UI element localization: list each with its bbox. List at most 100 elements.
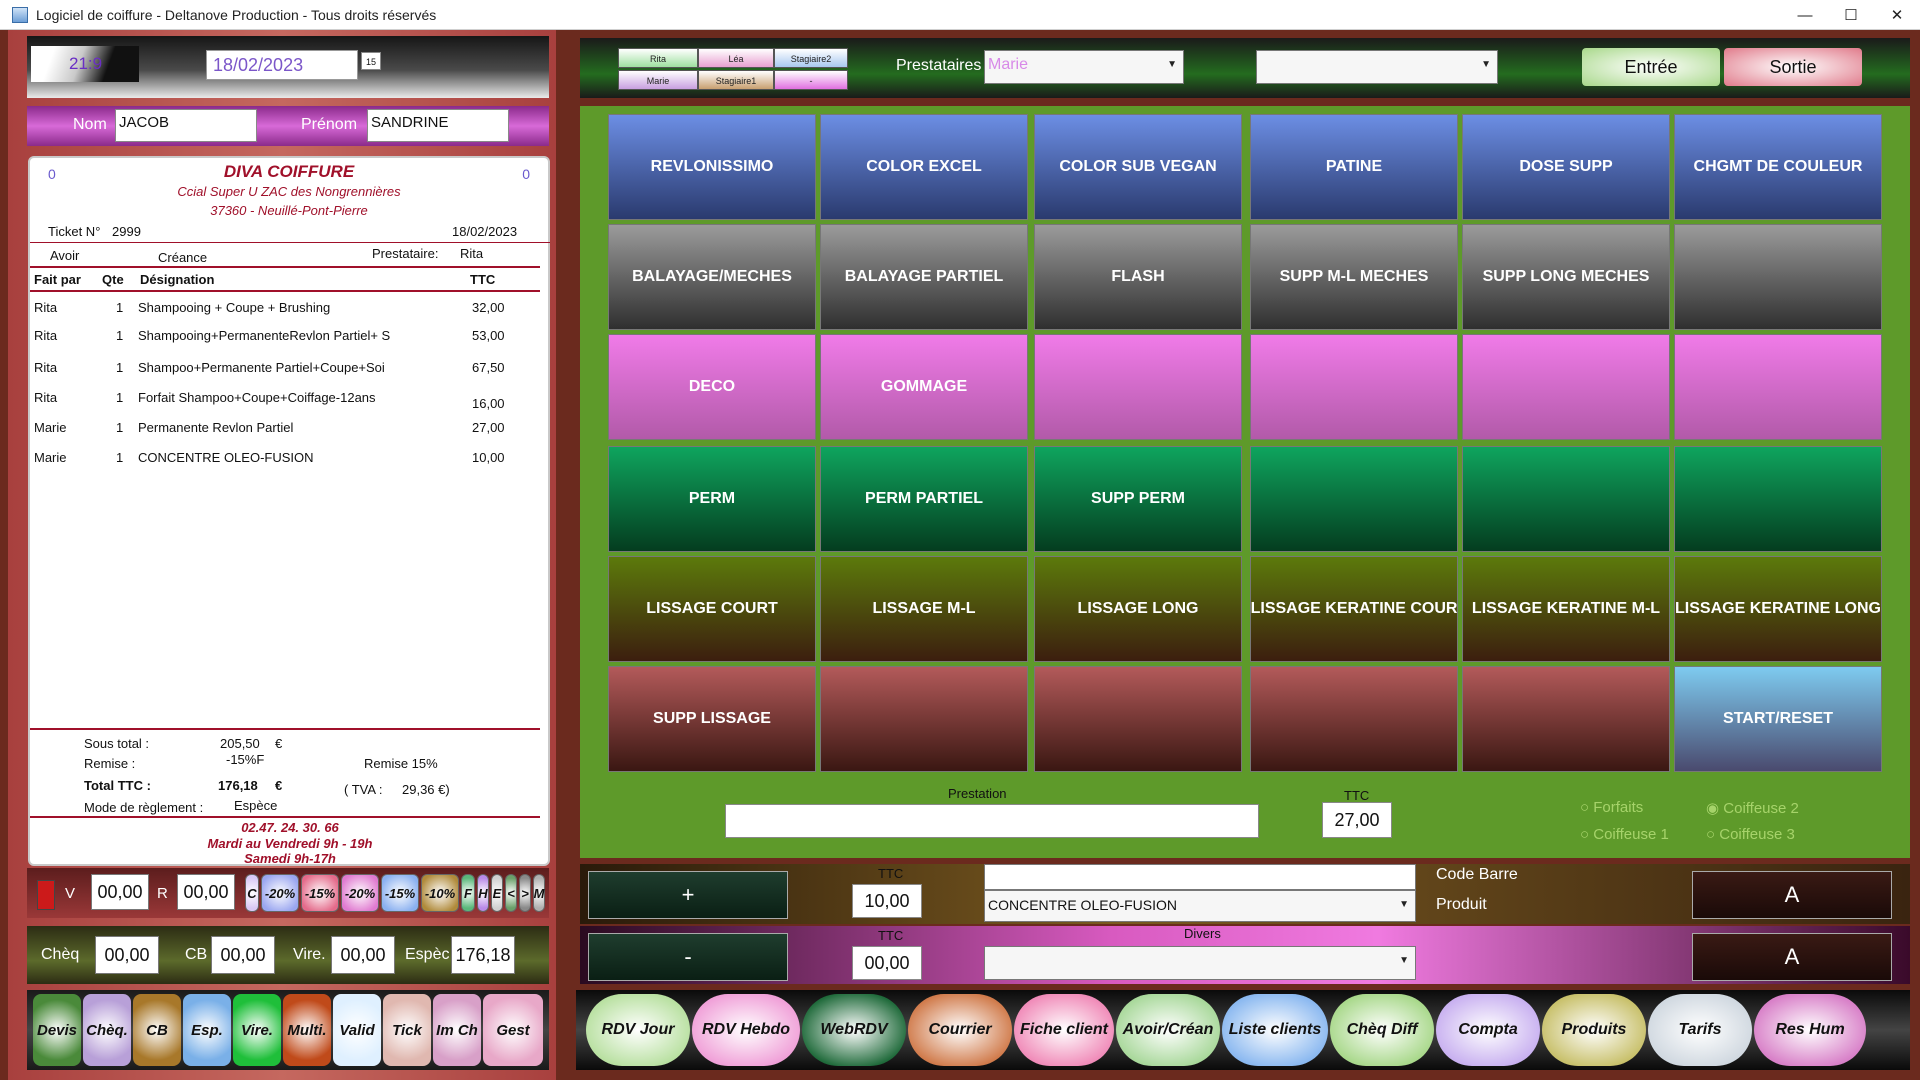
discount-button[interactable]: -20% [341, 874, 379, 912]
product-select[interactable]: CONCENTRE OLEO-FUSION ▼ [984, 890, 1416, 922]
v-field[interactable]: 00,00 [91, 874, 149, 910]
staff-button[interactable]: Stagiaire2 [774, 48, 848, 68]
table-row[interactable]: Rita 1 Forfait Shampoo+Coupe+Coiffage-12… [30, 390, 550, 420]
service-button[interactable]: DOSE SUPP [1462, 114, 1670, 220]
prestation-field[interactable] [725, 804, 1259, 838]
minimize-icon[interactable]: — [1782, 0, 1828, 30]
valid-button[interactable]: Valid [333, 994, 381, 1066]
devis-button[interactable]: Devis [33, 994, 81, 1066]
prenom-field[interactable]: SANDRINE [367, 109, 509, 142]
courrier-button[interactable]: Courrier [908, 994, 1012, 1066]
fiche-client-button[interactable]: Fiche client [1014, 994, 1114, 1066]
service-button[interactable]: BALAYAGE PARTIEL [820, 224, 1028, 330]
discount-button[interactable]: -20% [261, 874, 299, 912]
service-button[interactable]: LISSAGE M-L [820, 556, 1028, 662]
discount-c-button[interactable]: C [245, 874, 259, 912]
empty-service-button[interactable] [1034, 666, 1242, 772]
empty-service-button[interactable] [1034, 334, 1242, 440]
divers-select[interactable]: ▼ [984, 946, 1416, 980]
radio-forfaits[interactable]: ○ Forfaits [1580, 799, 1643, 816]
discount-h-button[interactable]: H [477, 874, 489, 912]
radio-coiffeuse-3[interactable]: ○ Coiffeuse 3 [1706, 826, 1795, 843]
service-button[interactable]: PERM PARTIEL [820, 446, 1028, 552]
entree-button[interactable]: Entrée [1582, 48, 1720, 86]
service-button[interactable]: DECO [608, 334, 816, 440]
cb-button[interactable]: CB [133, 994, 181, 1066]
prev-button[interactable]: < [505, 874, 517, 912]
service-button[interactable]: SUPP M-L MECHES [1250, 224, 1458, 330]
ratio-button[interactable]: 21:9 [31, 46, 139, 82]
prestataire-select[interactable]: Marie ▼ [984, 50, 1184, 84]
table-row[interactable]: Rita 1 Shampoo+Permanente Partiel+Coupe+… [30, 360, 550, 390]
service-button[interactable]: LISSAGE KERATINE LONG [1674, 556, 1882, 662]
empty-service-button[interactable] [1674, 446, 1882, 552]
service-button[interactable]: CHGMT DE COULEUR [1674, 114, 1882, 220]
service-button[interactable]: COLOR SUB VEGAN [1034, 114, 1242, 220]
discount-button[interactable]: -15% [381, 874, 419, 912]
divers-a-button[interactable]: A [1692, 933, 1892, 981]
prestation-ttc-field[interactable]: 27,00 [1322, 802, 1392, 838]
service-button[interactable]: START/RESET [1674, 666, 1882, 772]
service-button[interactable]: REVLONISSIMO [608, 114, 816, 220]
espec-field[interactable]: 176,18 [451, 936, 515, 974]
empty-service-button[interactable] [1462, 446, 1670, 552]
staff-button[interactable]: Marie [618, 70, 698, 90]
gest-button[interactable]: Gest [483, 994, 543, 1066]
res-hum-button[interactable]: Res Hum [1754, 994, 1866, 1066]
service-button[interactable]: PATINE [1250, 114, 1458, 220]
nom-field[interactable]: JACOB [115, 109, 257, 142]
cb-field[interactable]: 00,00 [211, 936, 275, 974]
product-a-button[interactable]: A [1692, 871, 1892, 919]
remove-product-button[interactable]: - [588, 933, 788, 981]
barcode-field[interactable] [984, 864, 1416, 890]
empty-service-button[interactable] [1674, 224, 1882, 330]
discount-button[interactable]: -15% [301, 874, 339, 912]
empty-service-button[interactable] [1250, 446, 1458, 552]
virement-button[interactable]: Vire. [233, 994, 281, 1066]
red-indicator[interactable] [37, 880, 55, 910]
im-ch-button[interactable]: Im Ch [433, 994, 481, 1066]
tarifs-button[interactable]: Tarifs [1648, 994, 1752, 1066]
service-button[interactable]: PERM [608, 446, 816, 552]
calendar-icon[interactable]: 15 [361, 52, 381, 70]
empty-service-button[interactable] [1674, 334, 1882, 440]
service-button[interactable]: COLOR EXCEL [820, 114, 1028, 220]
service-button[interactable]: SUPP PERM [1034, 446, 1242, 552]
radio-coiffeuse-2[interactable]: ◉ Coiffeuse 2 [1706, 799, 1799, 817]
next-button[interactable]: > [519, 874, 531, 912]
liste-clients-button[interactable]: Liste clients [1222, 994, 1328, 1066]
service-button[interactable]: LISSAGE KERATINE M-L [1462, 556, 1670, 662]
staff-button[interactable]: Rita [618, 48, 698, 68]
discount-f-button[interactable]: F [461, 874, 475, 912]
cheq-diff-button[interactable]: Chèq Diff [1330, 994, 1434, 1066]
service-button[interactable]: SUPP LONG MECHES [1462, 224, 1670, 330]
radio-coiffeuse-1[interactable]: ○ Coiffeuse 1 [1580, 826, 1669, 843]
product-ttc-field[interactable]: 10,00 [852, 884, 922, 918]
avoir-creance-button[interactable]: Avoir/Créan [1116, 994, 1220, 1066]
empty-service-button[interactable] [1250, 334, 1458, 440]
service-button[interactable]: BALAYAGE/MECHES [608, 224, 816, 330]
r-field[interactable]: 00,00 [177, 874, 235, 910]
table-row[interactable]: Marie 1 CONCENTRE OLEO-FUSION 10,00 [30, 450, 550, 480]
discount-e-button[interactable]: E [491, 874, 503, 912]
cheq-field[interactable]: 00,00 [95, 936, 159, 974]
table-row[interactable]: Marie 1 Permanente Revlon Partiel 27,00 [30, 420, 550, 450]
service-button[interactable]: LISSAGE KERATINE COUR [1250, 556, 1458, 662]
empty-service-button[interactable] [1462, 334, 1670, 440]
empty-service-button[interactable] [820, 666, 1028, 772]
staff-button[interactable]: Stagiaire1 [698, 70, 774, 90]
rdv-hebdo-button[interactable]: RDV Hebdo [692, 994, 800, 1066]
table-row[interactable]: Rita 1 Shampooing+PermanenteRevlon Parti… [30, 328, 550, 358]
multi-button[interactable]: Multi. [283, 994, 331, 1066]
staff-button[interactable]: Léa [698, 48, 774, 68]
discount-m-button[interactable]: M [533, 874, 545, 912]
divers-ttc-field[interactable]: 00,00 [852, 946, 922, 980]
empty-service-button[interactable] [1250, 666, 1458, 772]
especes-button[interactable]: Esp. [183, 994, 231, 1066]
vire-field[interactable]: 00,00 [331, 936, 395, 974]
rdv-jour-button[interactable]: RDV Jour [586, 994, 690, 1066]
compta-button[interactable]: Compta [1436, 994, 1540, 1066]
secondary-select[interactable]: ▼ [1256, 50, 1498, 84]
maximize-icon[interactable]: ☐ [1828, 0, 1874, 30]
service-button[interactable]: LISSAGE COURT [608, 556, 816, 662]
